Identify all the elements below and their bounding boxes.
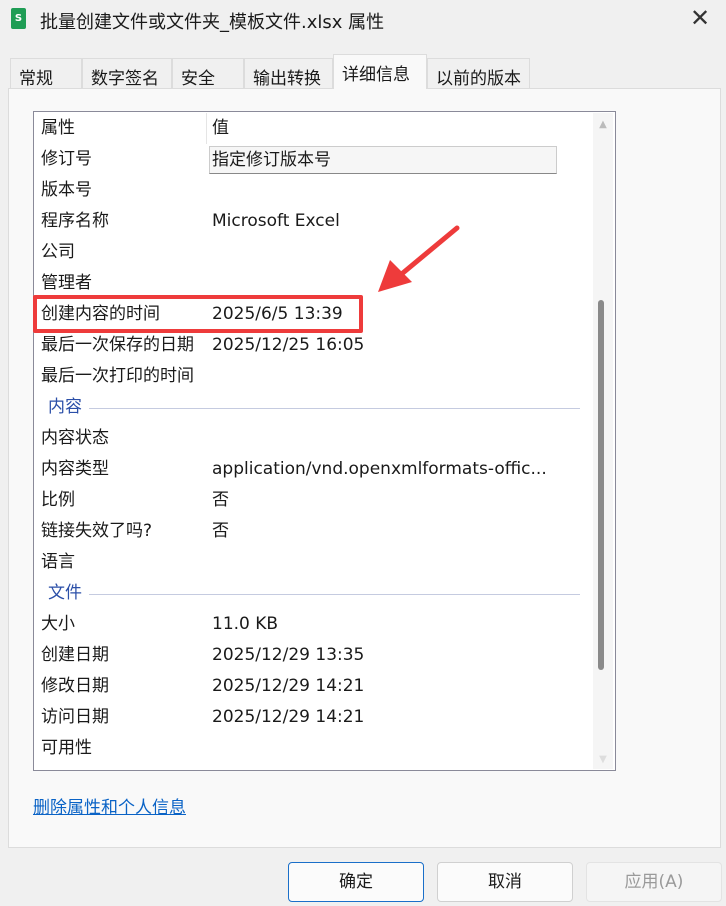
section-header: 文件 bbox=[34, 578, 594, 609]
property-name: 最后一次保存的日期 bbox=[41, 335, 194, 355]
scrollbar-thumb[interactable] bbox=[598, 300, 604, 670]
property-name: 公司 bbox=[41, 242, 75, 262]
section-label: 文件 bbox=[48, 583, 82, 603]
property-value: 2025/12/29 14:21 bbox=[212, 707, 365, 727]
tab-3[interactable]: 输出转换 bbox=[244, 58, 333, 89]
property-name: 创建日期 bbox=[41, 645, 109, 665]
property-name: 访问日期 bbox=[41, 707, 109, 727]
property-value: 2025/12/29 14:21 bbox=[212, 676, 365, 696]
list-header: 属性 值 bbox=[34, 113, 594, 144]
property-value: Microsoft Excel bbox=[212, 211, 340, 231]
property-name: 内容状态 bbox=[41, 428, 109, 448]
property-value: application/vnd.openxmlformats-offic... bbox=[212, 459, 547, 479]
property-row[interactable]: 大小 11.0 KB bbox=[34, 609, 594, 640]
ok-button[interactable]: 确定 bbox=[288, 862, 424, 902]
section-header: 内容 bbox=[34, 392, 594, 423]
column-header-value[interactable]: 值 bbox=[212, 113, 229, 144]
highlight-box bbox=[33, 295, 363, 333]
property-row[interactable]: 最后一次保存的日期 2025/12/25 16:05 bbox=[34, 330, 594, 361]
close-icon[interactable]: ✕ bbox=[690, 4, 710, 32]
property-name: 内容类型 bbox=[41, 459, 109, 479]
window-title: 批量创建文件或文件夹_模板文件.xlsx 属性 bbox=[40, 12, 385, 33]
property-row[interactable]: 修订号 指定修订版本号 bbox=[34, 144, 594, 175]
property-row[interactable]: 版本号 bbox=[34, 175, 594, 206]
property-row[interactable]: 程序名称 Microsoft Excel bbox=[34, 206, 594, 237]
tab-1[interactable]: 数字签名 bbox=[82, 58, 172, 89]
property-value: 否 bbox=[212, 490, 229, 510]
apply-button[interactable]: 应用(A) bbox=[586, 862, 722, 902]
property-row[interactable]: 可用性 bbox=[34, 733, 594, 764]
remove-properties-link[interactable]: 删除属性和个人信息 bbox=[33, 793, 186, 818]
property-row[interactable]: 修改日期 2025/12/29 14:21 bbox=[34, 671, 594, 702]
property-value[interactable]: 指定修订版本号 bbox=[209, 146, 557, 174]
tab-5[interactable]: 以前的版本 bbox=[427, 58, 530, 89]
property-value: 2025/12/29 13:35 bbox=[212, 645, 365, 665]
property-row[interactable]: 公司 bbox=[34, 237, 594, 268]
property-name: 语言 bbox=[41, 552, 75, 572]
property-name: 版本号 bbox=[41, 180, 92, 200]
property-row[interactable]: 比例 否 bbox=[34, 485, 594, 516]
property-row[interactable]: 创建日期 2025/12/29 13:35 bbox=[34, 640, 594, 671]
property-row[interactable]: 最后一次打印的时间 bbox=[34, 361, 594, 392]
tab-0[interactable]: 常规 bbox=[10, 58, 82, 89]
property-value: 否 bbox=[212, 521, 229, 541]
tab-2[interactable]: 安全 bbox=[172, 58, 244, 89]
property-row[interactable]: 链接失效了吗? 否 bbox=[34, 516, 594, 547]
property-name: 可用性 bbox=[41, 738, 92, 758]
property-name: 比例 bbox=[41, 490, 75, 510]
section-label: 内容 bbox=[48, 397, 82, 417]
properties-list: 属性 值 修订号 指定修订版本号 版本号 程序名称 Microsoft Excel 公司管… bbox=[33, 111, 616, 771]
property-row[interactable]: 内容状态 bbox=[34, 423, 594, 454]
cancel-button[interactable]: 取消 bbox=[437, 862, 573, 902]
scroll-down-icon[interactable]: ▼ bbox=[593, 754, 613, 765]
property-name: 大小 bbox=[41, 614, 75, 634]
property-name: 修改日期 bbox=[41, 676, 109, 696]
property-value: 11.0 KB bbox=[212, 614, 279, 634]
property-name: 程序名称 bbox=[41, 211, 109, 231]
column-header-property[interactable]: 属性 bbox=[41, 113, 75, 144]
property-name: 最后一次打印的时间 bbox=[41, 366, 194, 386]
tab-4[interactable]: 详细信息 bbox=[333, 54, 427, 89]
property-row[interactable]: 内容类型 application/vnd.openxmlformats-offic… bbox=[34, 454, 594, 485]
scroll-up-icon[interactable]: ▲ bbox=[593, 119, 613, 130]
property-row[interactable]: 语言 bbox=[34, 547, 594, 578]
property-name: 修订号 bbox=[41, 149, 92, 169]
property-value: 2025/12/25 16:05 bbox=[212, 335, 365, 355]
property-name: 链接失效了吗? bbox=[41, 521, 153, 541]
property-row[interactable]: 访问日期 2025/12/29 14:21 bbox=[34, 702, 594, 733]
excel-file-icon: S bbox=[11, 8, 26, 29]
red-arrow-annotation bbox=[378, 225, 460, 292]
